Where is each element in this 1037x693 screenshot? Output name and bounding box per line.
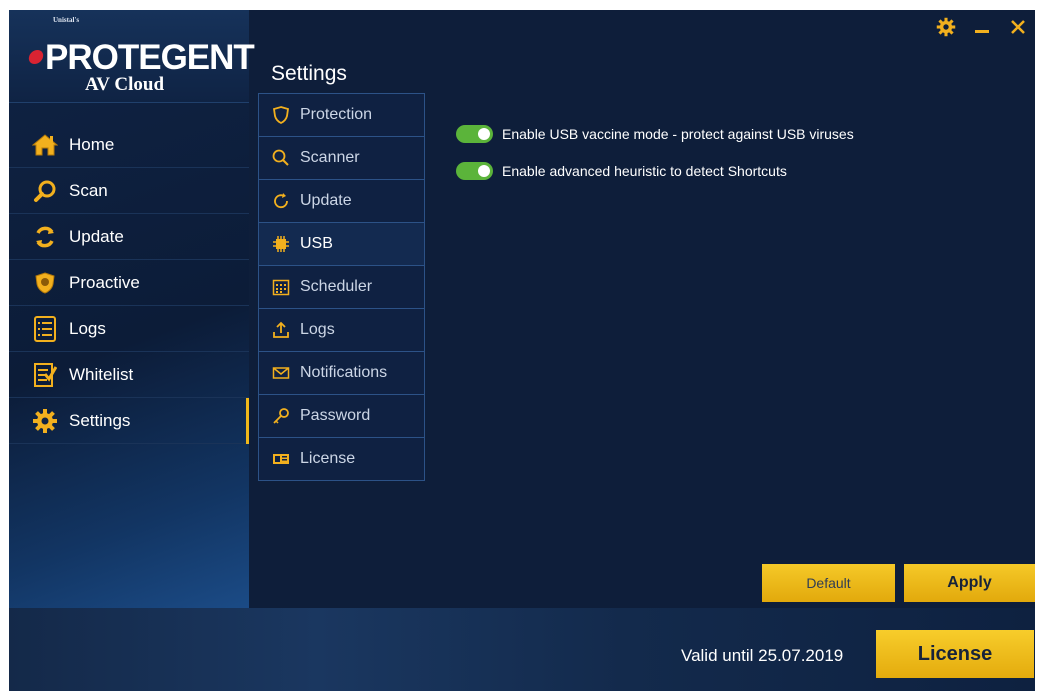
submenu-label-logs: Logs	[300, 321, 335, 338]
nav-label-proactive: Proactive	[69, 272, 140, 292]
submenu-item-logs[interactable]: Logs	[259, 309, 424, 352]
submenu-label-protection: Protection	[300, 106, 373, 123]
license-card-icon	[272, 450, 290, 468]
nav-label-home: Home	[69, 134, 115, 154]
logo: Unistal's PROTEGENT AV Cloud	[9, 10, 255, 103]
submenu-label-license: License	[300, 450, 356, 467]
nav-item-update[interactable]: Update	[9, 214, 249, 260]
footer-bar: Valid until 25.07.2019 License	[9, 608, 1035, 691]
magnifier-icon	[32, 178, 58, 204]
list-icon	[32, 315, 58, 342]
heuristic-shortcuts-option: Enable advanced heuristic to detect Shor…	[456, 162, 787, 180]
envelope-icon	[272, 364, 290, 382]
default-button[interactable]: Default	[762, 564, 895, 602]
usb-vaccine-toggle[interactable]	[456, 125, 493, 143]
submenu-item-password[interactable]: Password	[259, 395, 424, 438]
nav-item-home[interactable]: Home	[9, 122, 249, 168]
logo-mark-icon	[27, 50, 45, 64]
submenu-item-protection[interactable]: Protection	[259, 94, 424, 137]
heuristic-shortcuts-toggle[interactable]	[456, 162, 493, 180]
settings-gear-icon[interactable]	[935, 16, 957, 38]
nav-item-whitelist[interactable]: Whitelist	[9, 352, 249, 398]
usb-vaccine-option: Enable USB vaccine mode - protect agains…	[456, 125, 854, 143]
nav-label-whitelist: Whitelist	[69, 364, 134, 384]
nav-item-settings[interactable]: Settings	[9, 398, 249, 444]
refresh-icon	[32, 224, 58, 250]
submenu-item-notifications[interactable]: Notifications	[259, 352, 424, 395]
toggle-knob	[478, 165, 490, 177]
logo-company: Unistal's	[53, 16, 80, 24]
submenu-label-usb: USB	[300, 235, 333, 252]
app-window: Unistal's PROTEGENT AV Cloud Home Scan U…	[9, 10, 1035, 691]
close-icon[interactable]	[1007, 16, 1029, 38]
license-validity-text: Valid until 25.07.2019	[681, 646, 844, 665]
refresh-icon	[272, 192, 290, 210]
apply-button[interactable]: Apply	[904, 564, 1035, 602]
chip-icon	[272, 235, 290, 253]
checklist-icon	[32, 362, 58, 388]
submenu-label-scheduler: Scheduler	[300, 278, 373, 295]
nav-label-scan: Scan	[69, 180, 108, 200]
submenu-label-password: Password	[300, 407, 371, 424]
heuristic-shortcuts-label: Enable advanced heuristic to detect Shor…	[502, 163, 787, 179]
submenu-label-scanner: Scanner	[300, 149, 360, 166]
key-icon	[272, 407, 290, 425]
submenu-item-scheduler[interactable]: Scheduler	[259, 266, 424, 309]
shield-icon	[32, 270, 58, 296]
toggle-knob	[478, 128, 490, 140]
nav-label-update: Update	[69, 226, 124, 246]
left-nav-panel: Unistal's PROTEGENT AV Cloud Home Scan U…	[9, 10, 255, 608]
license-button[interactable]: License	[876, 630, 1034, 678]
submenu-label-update: Update	[300, 192, 352, 209]
usb-vaccine-label: Enable USB vaccine mode - protect agains…	[502, 126, 854, 142]
main-nav: Home Scan Update Proactive Logs Whitelis…	[9, 122, 249, 444]
shield-outline-icon	[272, 106, 290, 124]
logo-product: AV Cloud	[85, 74, 165, 95]
nav-item-logs[interactable]: Logs	[9, 306, 249, 352]
gear-icon	[32, 408, 58, 434]
nav-item-proactive[interactable]: Proactive	[9, 260, 249, 306]
window-controls	[935, 16, 1029, 38]
upload-icon	[272, 321, 290, 339]
page-title: Settings	[271, 62, 347, 85]
calendar-icon	[272, 278, 290, 296]
submenu-item-update[interactable]: Update	[259, 180, 424, 223]
nav-label-settings: Settings	[69, 410, 131, 430]
submenu-item-scanner[interactable]: Scanner	[259, 137, 424, 180]
submenu-item-license[interactable]: License	[259, 438, 424, 480]
submenu-item-usb[interactable]: USB	[259, 223, 424, 266]
minimize-icon[interactable]	[971, 16, 993, 38]
nav-item-scan[interactable]: Scan	[9, 168, 249, 214]
search-icon	[272, 149, 290, 167]
settings-submenu: Protection Scanner Update USB Scheduler	[258, 93, 425, 481]
submenu-label-notifications: Notifications	[300, 364, 388, 381]
nav-label-logs: Logs	[69, 318, 106, 338]
logo-name: PROTEGENT	[45, 38, 255, 77]
home-icon	[32, 132, 58, 158]
